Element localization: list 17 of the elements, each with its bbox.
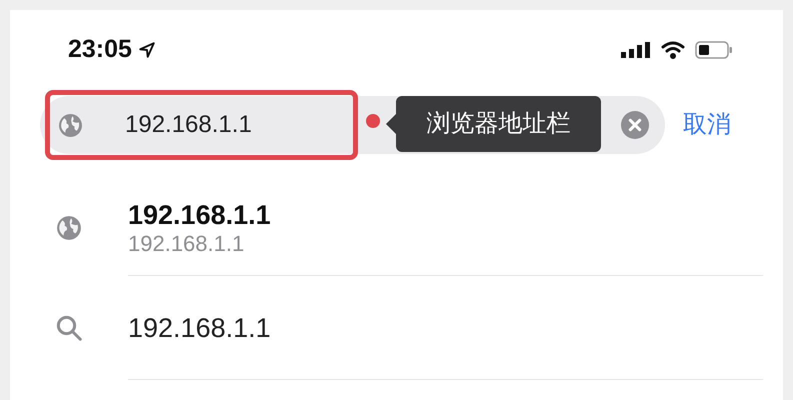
location-arrow-icon bbox=[138, 41, 156, 59]
cancel-button[interactable]: 取消 bbox=[683, 107, 731, 143]
address-value: 192.168.1.1 bbox=[125, 110, 252, 140]
suggestion-row[interactable]: 192.168.1.1 192.168.1.1 bbox=[10, 180, 783, 276]
globe-icon bbox=[58, 112, 83, 138]
battery-icon bbox=[695, 41, 733, 59]
suggestion-title: 192.168.1.1 bbox=[128, 198, 272, 230]
clear-icon[interactable] bbox=[621, 111, 649, 139]
annotation-tooltip: 浏览器地址栏 bbox=[386, 96, 601, 152]
globe-icon bbox=[56, 215, 82, 241]
suggestion-row[interactable]: 192.168.1.1 bbox=[10, 276, 783, 380]
status-time: 23:05 bbox=[68, 34, 132, 66]
signal-icon bbox=[621, 42, 651, 58]
suggestion-title: 192.168.1.1 bbox=[128, 312, 272, 344]
suggestion-url: 192.168.1.1 bbox=[128, 230, 246, 256]
search-icon bbox=[54, 313, 84, 343]
wifi-icon bbox=[661, 41, 685, 59]
